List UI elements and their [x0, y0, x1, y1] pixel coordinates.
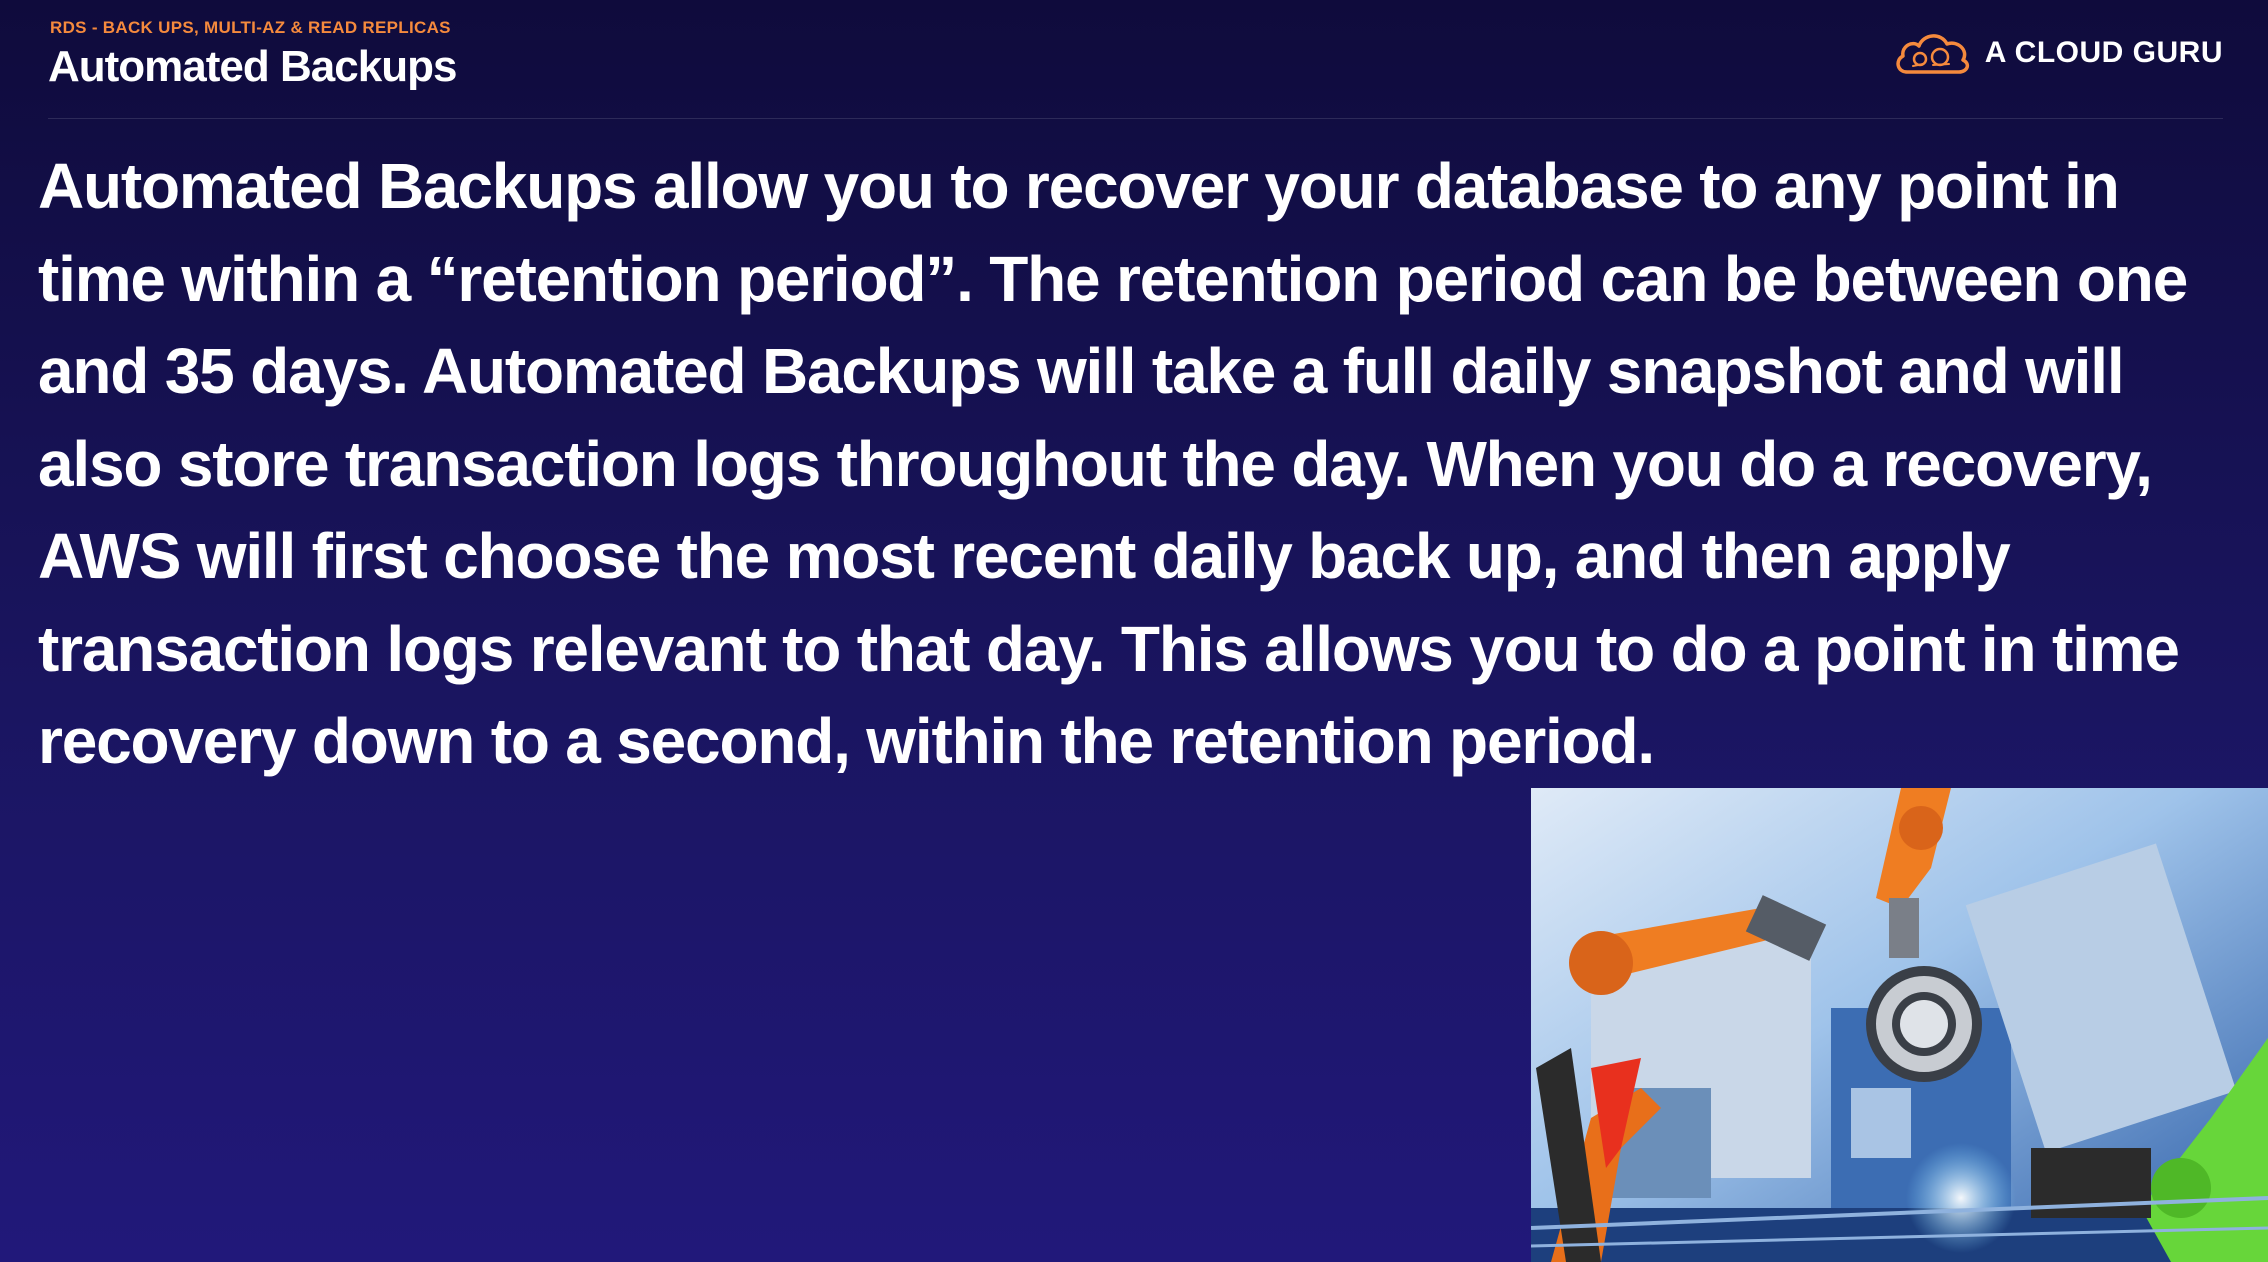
- cloud-logo-icon: [1896, 34, 1969, 74]
- section-kicker: RDS - BACK UPS, MULTI-AZ & READ REPLICAS: [50, 18, 451, 37]
- brand-logo-lockup: A CLOUD GURU: [1893, 28, 2223, 78]
- slide: RDS - BACK UPS, MULTI-AZ & READ REPLICAS…: [0, 0, 2268, 1262]
- industrial-robot-arms-photo: [1531, 788, 2268, 1262]
- slide-title: Automated Backups: [48, 42, 457, 91]
- brand-name: A CLOUD GURU: [1984, 36, 2223, 69]
- header-divider: [48, 118, 2223, 119]
- body-paragraph: Automated Backups allow you to recover y…: [38, 150, 2188, 777]
